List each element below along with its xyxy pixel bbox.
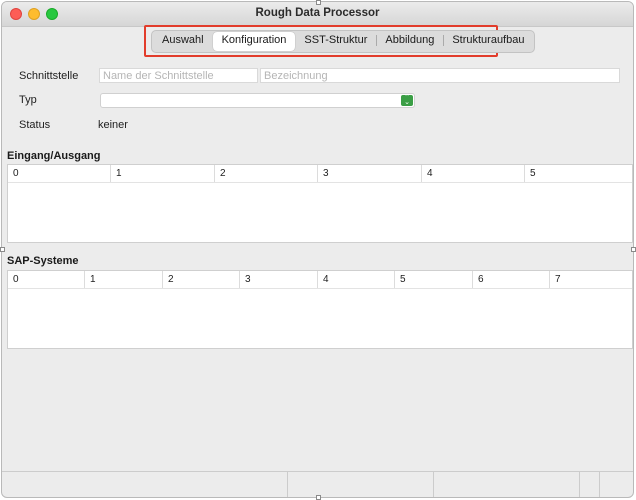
- sap-column-header[interactable]: 0: [8, 271, 85, 288]
- app-window: Rough Data Processor Auswahl Konfigurati…: [1, 1, 634, 498]
- bezeichnung-input[interactable]: [260, 68, 620, 83]
- io-table-header: 0 1 2 3 4 5: [8, 165, 632, 183]
- tab-strukturaufbau[interactable]: Strukturaufbau: [443, 32, 533, 51]
- status-bar-cell: [288, 472, 434, 497]
- io-column-header[interactable]: 3: [318, 165, 422, 182]
- status-bar-cell: [434, 472, 580, 497]
- io-column-header[interactable]: 0: [8, 165, 111, 182]
- sap-column-header[interactable]: 7: [550, 271, 632, 288]
- schnittstelle-name-input[interactable]: [99, 68, 258, 83]
- typ-select[interactable]: ⌃ ⌄: [100, 93, 415, 108]
- sap-section-title: SAP-Systeme: [7, 255, 79, 267]
- status-label: Status: [19, 119, 51, 131]
- io-column-header[interactable]: 1: [111, 165, 215, 182]
- resize-handle-right[interactable]: [631, 247, 636, 252]
- sap-column-header[interactable]: 4: [318, 271, 395, 288]
- typ-label: Typ: [19, 94, 37, 106]
- sap-table-header: 0 1 2 3 4 5 6 7: [8, 271, 632, 289]
- status-bar-cell: [600, 472, 633, 497]
- tab-auswahl[interactable]: Auswahl: [153, 32, 213, 51]
- status-bar-cell: [580, 472, 600, 497]
- resize-handle-left[interactable]: [0, 247, 5, 252]
- sap-column-header[interactable]: 2: [163, 271, 240, 288]
- tab-bar: Auswahl Konfiguration SST-Struktur Abbil…: [151, 30, 536, 53]
- title-bar[interactable]: Rough Data Processor: [2, 2, 633, 27]
- tab-sst-struktur[interactable]: SST-Struktur: [295, 32, 376, 51]
- status-bar-cell: [2, 472, 288, 497]
- schnittstelle-label: Schnittstelle: [19, 70, 79, 82]
- window-title: Rough Data Processor: [255, 7, 380, 19]
- sap-column-header[interactable]: 6: [473, 271, 550, 288]
- tab-abbildung[interactable]: Abbildung: [376, 32, 443, 51]
- resize-handle-bottom[interactable]: [316, 495, 321, 500]
- sap-table[interactable]: 0 1 2 3 4 5 6 7: [7, 270, 633, 349]
- io-column-header[interactable]: 5: [525, 165, 632, 182]
- io-table[interactable]: 0 1 2 3 4 5: [7, 164, 633, 243]
- tab-konfiguration[interactable]: Konfiguration: [212, 32, 296, 51]
- status-bar: [2, 471, 633, 497]
- resize-handle-top[interactable]: [316, 0, 321, 5]
- sap-column-header[interactable]: 1: [85, 271, 163, 288]
- io-column-header[interactable]: 2: [215, 165, 318, 182]
- io-column-header[interactable]: 4: [422, 165, 525, 182]
- sap-column-header[interactable]: 5: [395, 271, 473, 288]
- chevron-updown-icon[interactable]: ⌃ ⌄: [401, 94, 413, 106]
- status-value: keiner: [98, 119, 128, 131]
- sap-column-header[interactable]: 3: [240, 271, 318, 288]
- io-section-title: Eingang/Ausgang: [7, 150, 101, 162]
